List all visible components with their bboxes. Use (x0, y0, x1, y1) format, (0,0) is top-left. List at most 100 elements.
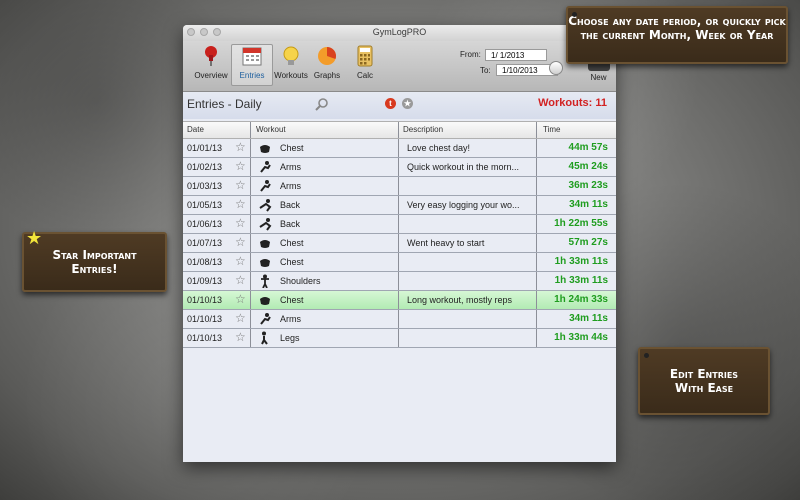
callout-date-period: Choose any date period, or quickly pick … (566, 6, 788, 64)
time-cell: 1h 33m 11s (554, 275, 608, 286)
date-cell: 01/03/13 (187, 181, 223, 191)
workout-type-icon (260, 145, 270, 153)
entries-header: Entries - Daily t ★ Workouts: 11 (183, 92, 616, 119)
workout-cell: Legs (280, 333, 300, 343)
description-cell: Very easy logging your wo... (407, 200, 520, 210)
star-toggle-icon[interactable]: ☆ (235, 331, 246, 343)
star-toggle-icon[interactable]: ☆ (235, 255, 246, 267)
toolbar: Overview Entries Workouts Graphs Calc Fr… (183, 41, 616, 92)
workout-type-icon (260, 313, 271, 325)
description-cell: Went heavy to start (407, 238, 485, 248)
time-cell: 34m 11s (569, 313, 608, 324)
search-icon[interactable] (315, 97, 329, 111)
tab-graphs[interactable]: Graphs (307, 45, 347, 80)
time-cell: 34m 11s (569, 199, 608, 210)
tab-overview[interactable]: Overview (191, 45, 231, 80)
filter-badge-icon[interactable]: t (385, 98, 396, 109)
table-header: Date Workout Description Time (183, 121, 616, 139)
star-toggle-icon[interactable]: ☆ (235, 274, 246, 286)
star-toggle-icon[interactable]: ☆ (235, 236, 246, 248)
callout-star-entries: ★ Star Important Entries! (22, 228, 167, 292)
tab-entries[interactable]: Entries (231, 44, 273, 86)
workout-cell: Arms (280, 162, 301, 172)
table-row[interactable]: 01/03/13 ☆ Arms 36m 23s (183, 177, 616, 196)
pie-chart-icon (318, 46, 337, 65)
description-cell: Long workout, mostly reps (407, 295, 513, 305)
workout-type-icon (260, 161, 271, 173)
workout-cell: Back (280, 219, 301, 229)
workout-cell: Arms (280, 181, 301, 191)
column-workout[interactable]: Workout (256, 125, 286, 134)
workout-cell: Chest (280, 295, 304, 305)
table-row[interactable]: 01/10/13 ☆ Chest Long workout, mostly reps 1… (183, 291, 616, 310)
app-window: GymLogPRO Overview Entries Workouts Grap… (183, 25, 616, 462)
table-row[interactable]: 01/10/13 ☆ Arms 34m 11s (183, 310, 616, 329)
workout-cell: Chest (280, 257, 304, 267)
workout-type-icon (260, 259, 270, 267)
table-body: 01/01/13 ☆ Chest Love chest day! 44m 57s 01/0… (183, 139, 616, 348)
time-cell: 1h 33m 44s (554, 332, 608, 343)
column-date[interactable]: Date (187, 125, 204, 134)
workout-cell: Chest (280, 143, 304, 153)
star-toggle-icon[interactable]: ☆ (235, 141, 246, 153)
date-cell: 01/10/13 (187, 295, 223, 305)
pushpin-icon (205, 46, 217, 66)
window-title: GymLogPRO (372, 27, 427, 37)
tab-workouts[interactable]: Workouts (271, 45, 311, 80)
workout-type-icon (260, 240, 270, 248)
table-row[interactable]: 01/02/13 ☆ Arms Quick workout in the morn..… (183, 158, 616, 177)
workout-type-icon (259, 218, 272, 231)
date-cell: 01/05/13 (187, 200, 223, 210)
workout-type-icon (261, 274, 269, 288)
table-row[interactable]: 01/05/13 ☆ Back Very easy logging your wo..… (183, 196, 616, 215)
column-time[interactable]: Time (543, 125, 560, 134)
page-title: Entries - Daily (187, 97, 262, 111)
to-label: To: (480, 66, 491, 75)
workout-type-icon (259, 199, 272, 212)
time-cell: 44m 57s (568, 142, 608, 153)
star-icon: ★ (26, 228, 43, 249)
date-cell: 01/08/13 (187, 257, 223, 267)
column-description[interactable]: Description (403, 125, 443, 134)
lightbulb-icon (283, 46, 299, 65)
table-row[interactable]: 01/07/13 ☆ Chest Went heavy to start 57m 27s (183, 234, 616, 253)
workout-cell: Arms (280, 314, 301, 324)
workout-cell: Back (280, 200, 301, 210)
date-cell: 01/01/13 (187, 143, 223, 153)
table-row[interactable]: 01/09/13 ☆ Shoulders 1h 33m 11s (183, 272, 616, 291)
from-date-field[interactable]: 1/ 1/2013 (485, 49, 547, 61)
workout-type-icon (260, 297, 270, 305)
table-row[interactable]: 01/01/13 ☆ Chest Love chest day! 44m 57s (183, 139, 616, 158)
workout-cell: Chest (280, 238, 304, 248)
date-cell: 01/10/13 (187, 314, 223, 324)
time-cell: 45m 24s (568, 161, 608, 172)
workouts-count: Workouts: 11 (538, 97, 607, 109)
workout-cell: Shoulders (280, 276, 321, 286)
time-cell: 1h 22m 55s (554, 218, 608, 229)
table-row[interactable]: 01/10/13 ☆ Legs 1h 33m 44s (183, 329, 616, 348)
description-cell: Quick workout in the morn... (407, 162, 520, 172)
title-bar: GymLogPRO (183, 25, 616, 41)
star-toggle-icon[interactable]: ☆ (235, 198, 246, 210)
table-row[interactable]: 01/06/13 ☆ Back 1h 22m 55s (183, 215, 616, 234)
star-toggle-icon[interactable]: ☆ (235, 293, 246, 305)
time-cell: 57m 27s (568, 237, 608, 248)
workout-type-icon (261, 331, 268, 345)
date-cell: 01/02/13 (187, 162, 223, 172)
star-toggle-icon[interactable]: ☆ (235, 160, 246, 172)
from-label: From: (460, 50, 481, 59)
description-cell: Love chest day! (407, 143, 471, 153)
time-cell: 1h 33m 11s (554, 256, 608, 267)
time-cell: 36m 23s (568, 180, 608, 191)
date-cell: 01/07/13 (187, 238, 223, 248)
table-row[interactable]: 01/08/13 ☆ Chest 1h 33m 11s (183, 253, 616, 272)
star-toggle-icon[interactable]: ☆ (235, 217, 246, 229)
tab-calc[interactable]: Calc (345, 45, 385, 80)
star-toggle-icon[interactable]: ☆ (235, 179, 246, 191)
time-cell: 1h 24m 33s (554, 294, 608, 305)
star-filter-icon[interactable]: ★ (402, 98, 413, 109)
star-toggle-icon[interactable]: ☆ (235, 312, 246, 324)
date-cell: 01/09/13 (187, 276, 223, 286)
date-period-slider[interactable] (549, 61, 563, 75)
calendar-icon (242, 47, 262, 66)
